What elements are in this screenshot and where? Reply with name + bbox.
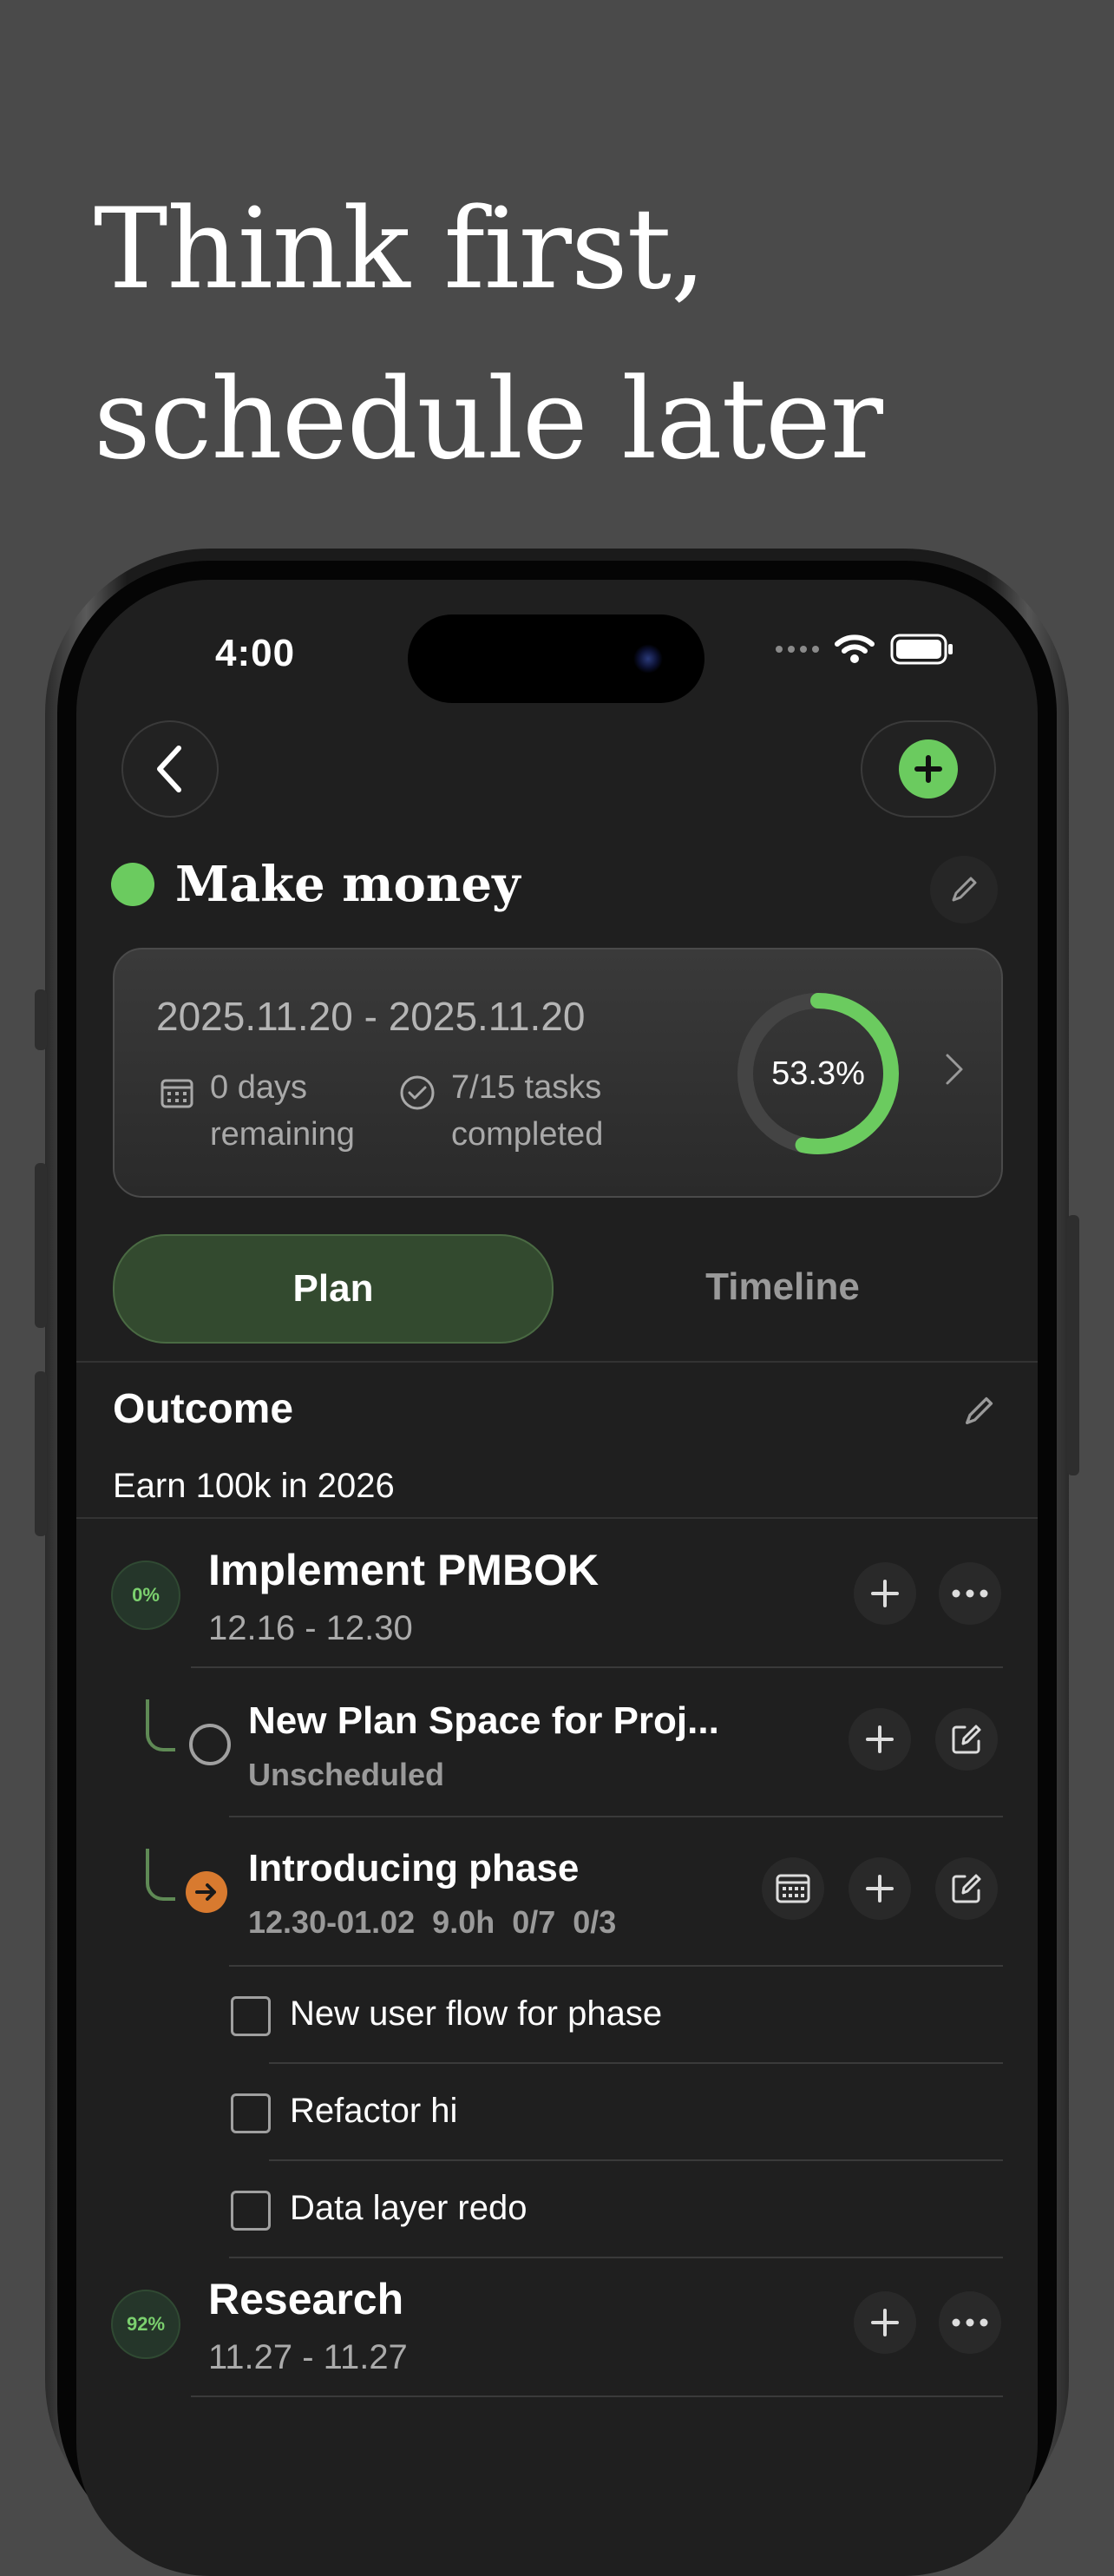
edit-task-button[interactable] — [935, 1857, 998, 1920]
divider — [269, 2062, 1003, 2064]
task-subtitle: Unscheduled — [248, 1757, 445, 1792]
checklist-item-label: Data layer redo — [290, 2189, 528, 2227]
edit-outcome-pencil-icon[interactable] — [961, 1394, 996, 1429]
divider — [191, 1666, 1003, 1668]
add-subtask-button[interactable] — [849, 1708, 911, 1771]
dynamic-island — [408, 614, 704, 703]
headline-line-2: schedule later — [94, 355, 883, 484]
battery-icon — [890, 634, 953, 665]
chevron-right-icon — [946, 1054, 963, 1085]
task-title[interactable]: New Plan Space for Proj... — [248, 1699, 719, 1743]
check-circle-icon — [400, 1075, 435, 1110]
status-circle-icon[interactable] — [189, 1724, 231, 1765]
divider — [229, 1965, 1003, 1967]
edit-goal-button[interactable] — [930, 856, 998, 923]
plus-icon — [871, 1580, 899, 1607]
days-line-2: remaining — [210, 1116, 355, 1153]
plus-icon — [899, 739, 958, 798]
days-remaining: 0 days remaining — [160, 1064, 355, 1158]
square-pencil-icon — [952, 1874, 981, 1903]
tasks-line-1: 7/15 tasks — [451, 1069, 602, 1106]
view-segmented-control: Plan Timeline — [113, 1234, 1001, 1344]
task-title[interactable]: Introducing phase — [248, 1847, 579, 1890]
edit-task-button[interactable] — [935, 1708, 998, 1771]
in-progress-arrow-icon[interactable] — [186, 1871, 227, 1913]
square-pencil-icon — [952, 1725, 981, 1754]
goal-title: Make money — [175, 856, 521, 913]
goal-color-dot — [111, 863, 154, 906]
marketing-headline: Think first, schedule later — [94, 165, 1048, 505]
plus-icon — [866, 1875, 894, 1902]
branch-connector — [146, 1849, 175, 1901]
checklist-item-label: New user flow for phase — [290, 1994, 663, 2033]
pencil-icon — [952, 877, 977, 902]
tab-timeline[interactable]: Timeline — [564, 1234, 1001, 1340]
tasks-completed: 7/15 tasks completed — [399, 1064, 603, 1158]
signal-icon — [776, 646, 819, 653]
progress-badge: 92% — [111, 2290, 180, 2359]
group-title[interactable]: Research — [208, 2274, 403, 2324]
status-icons — [776, 634, 954, 665]
action-button — [35, 989, 47, 1050]
schedule-button[interactable] — [762, 1857, 824, 1920]
checklist-item-label: Refactor hi — [290, 2092, 458, 2130]
checkbox[interactable] — [231, 2191, 271, 2231]
checkbox[interactable] — [231, 1996, 271, 2036]
calendar-icon — [161, 1079, 193, 1108]
divider — [229, 2257, 1003, 2258]
ellipsis-icon — [952, 2318, 988, 2327]
camera-icon — [633, 644, 663, 674]
plus-icon — [866, 1725, 894, 1753]
add-button[interactable] — [861, 720, 996, 818]
outcome-title: Outcome — [113, 1386, 294, 1432]
tasks-line-2: completed — [451, 1116, 604, 1153]
divider — [229, 1816, 1003, 1817]
divider — [191, 2395, 1003, 2397]
wifi-icon — [835, 634, 875, 663]
outcome-text: Earn 100k in 2026 — [113, 1467, 395, 1505]
days-line-1: 0 days — [210, 1069, 307, 1106]
status-time: 4:00 — [215, 632, 296, 674]
app-screen: 4:00 Make money 2025.11.20 - 2025.11.20 … — [76, 580, 1038, 2576]
branch-connector — [146, 1699, 175, 1751]
more-button[interactable] — [939, 1562, 1001, 1625]
plus-icon — [871, 2309, 899, 2336]
tab-plan[interactable]: Plan — [113, 1234, 554, 1344]
add-task-button[interactable] — [854, 1562, 916, 1625]
task-subtitle: 12.30-01.02 9.0h 0/7 0/3 — [248, 1904, 617, 1940]
divider — [269, 2159, 1003, 2161]
divider — [76, 1361, 1038, 1363]
power-button — [1067, 1215, 1079, 1475]
date-range: 2025.11.20 - 2025.11.20 — [156, 994, 586, 1039]
volume-down-button — [35, 1371, 47, 1536]
progress-badge: 0% — [111, 1561, 180, 1630]
keyboard-calendar-icon — [776, 1874, 810, 1903]
headline-line-1: Think first, — [94, 185, 706, 314]
ellipsis-icon — [952, 1589, 988, 1598]
add-subtask-button[interactable] — [849, 1857, 911, 1920]
volume-up-button — [35, 1163, 47, 1328]
more-button[interactable] — [939, 2291, 1001, 2354]
group-dates: 12.16 - 12.30 — [208, 1609, 413, 1647]
checkbox[interactable] — [231, 2093, 271, 2133]
add-task-button[interactable] — [854, 2291, 916, 2354]
back-button[interactable] — [121, 720, 219, 818]
progress-percent: 53.3% — [771, 1055, 865, 1092]
goal-header: Make money — [111, 856, 521, 913]
goal-summary-card[interactable]: 2025.11.20 - 2025.11.20 0 days remaining… — [113, 948, 1003, 1198]
divider — [76, 1517, 1038, 1519]
group-dates: 11.27 - 11.27 — [208, 2338, 408, 2376]
chevron-left-icon — [157, 746, 181, 792]
group-title[interactable]: Implement PMBOK — [208, 1545, 599, 1595]
